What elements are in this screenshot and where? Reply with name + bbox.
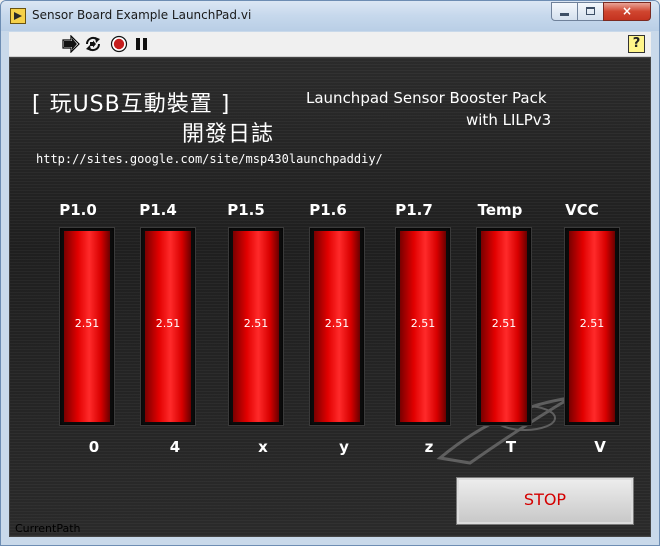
tank-value: 2.51 (243, 317, 269, 330)
tank-indicator-p1-7: 2.51 (395, 227, 451, 426)
run-arrow-icon (62, 34, 80, 54)
vi-toolbar: ? (9, 32, 651, 57)
channel-label-temp: Temp (477, 201, 523, 219)
axis-label-4: 4 (169, 438, 181, 456)
abort-button[interactable] (110, 35, 130, 53)
title-bar[interactable]: Sensor Board Example LaunchPad.vi × (1, 1, 659, 31)
tank-value: 2.51 (74, 317, 100, 330)
tank-value: 2.51 (491, 317, 517, 330)
tank-value: 2.51 (410, 317, 436, 330)
tank-indicator-p1-5: 2.51 (228, 227, 284, 426)
maximize-button[interactable] (577, 2, 604, 21)
axis-label-y: y (339, 438, 349, 456)
axis-label-0: 0 (88, 438, 100, 456)
chinese-title-line2: 開發日誌 (182, 122, 275, 147)
maximize-icon (586, 7, 595, 15)
axis-label-v: V (594, 438, 606, 456)
tank-indicator-p1-0: 2.51 (59, 227, 115, 426)
labview-window: Sensor Board Example LaunchPad.vi × ? [… (0, 0, 660, 546)
current-path-label: CurrentPath (15, 522, 81, 535)
close-button[interactable]: × (603, 2, 651, 21)
tank-indicator-vcc: 2.51 (564, 227, 620, 426)
channel-label-p1-4: P1.4 (139, 201, 177, 219)
channel-label-p1-0: P1.0 (59, 201, 97, 219)
pause-icon (136, 38, 147, 50)
site-url: http://sites.google.com/site/msp430launc… (36, 152, 383, 166)
channel-label-p1-7: P1.7 (395, 201, 433, 219)
axis-label-x: x (258, 438, 268, 456)
tank-value: 2.51 (324, 317, 350, 330)
minimize-button[interactable] (551, 2, 578, 21)
axis-label-z: z (424, 438, 434, 456)
run-button[interactable] (61, 34, 81, 54)
minimize-icon (560, 13, 569, 16)
tank-indicator-p1-6: 2.51 (309, 227, 365, 426)
channel-label-p1-6: P1.6 (309, 201, 347, 219)
tank-indicator-temp: 2.51 (476, 227, 532, 426)
context-help-button[interactable]: ? (628, 35, 645, 53)
pause-button[interactable] (132, 35, 152, 53)
abort-icon (110, 35, 128, 53)
english-title-line1: Launchpad Sensor Booster Pack (306, 89, 547, 107)
tank-value: 2.51 (579, 317, 605, 330)
tank-value: 2.51 (155, 317, 181, 330)
stop-button[interactable]: STOP (456, 477, 634, 525)
english-title-line2: with LILPv3 (466, 111, 552, 129)
run-continuously-icon (85, 36, 101, 52)
labview-vi-icon[interactable] (10, 8, 26, 24)
run-continuously-button[interactable] (83, 35, 103, 53)
close-icon: × (621, 4, 633, 18)
tank-indicator-p1-4: 2.51 (140, 227, 196, 426)
channel-label-vcc: VCC (565, 201, 599, 219)
axis-label-t: T (505, 438, 517, 456)
chinese-title-line1: [ 玩USB互動裝置 ] (32, 92, 231, 117)
front-panel: [ 玩USB互動裝置 ] 開發日誌 Launchpad Sensor Boost… (9, 57, 651, 537)
channel-label-p1-5: P1.5 (227, 201, 265, 219)
window-title: Sensor Board Example LaunchPad.vi (32, 8, 252, 22)
